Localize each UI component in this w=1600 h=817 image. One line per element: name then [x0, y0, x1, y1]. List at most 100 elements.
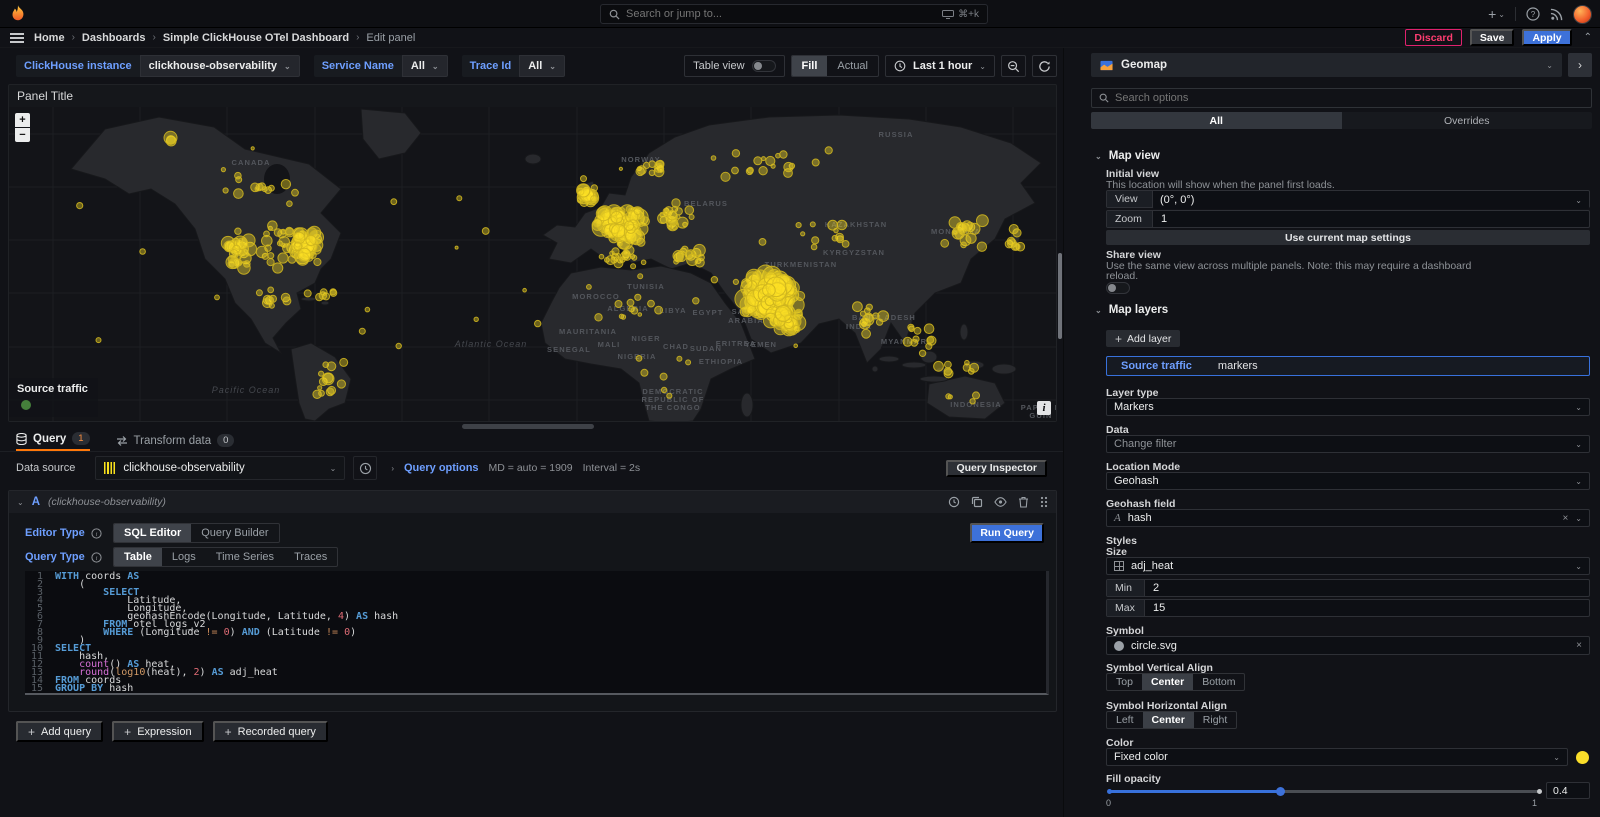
global-search[interactable]: ⌘+k [600, 4, 988, 24]
options-tab-all[interactable]: All [1091, 112, 1342, 129]
query-type-traces[interactable]: Traces [284, 548, 337, 566]
map-zoom-in-button[interactable]: + [15, 113, 30, 127]
query-type-timeseries[interactable]: Time Series [206, 548, 284, 566]
table-view-toggle[interactable]: Table view [684, 55, 784, 77]
sql-line[interactable]: 1WITH coords AS [25, 573, 1046, 581]
use-current-map-settings-button[interactable]: Use current map settings [1106, 230, 1590, 245]
menu-toggle-icon[interactable] [10, 33, 24, 43]
align-center-option[interactable]: Center [1143, 712, 1194, 728]
align-bottom-option[interactable]: Bottom [1193, 674, 1244, 690]
align-center-option[interactable]: Center [1142, 674, 1193, 690]
copy-icon[interactable] [971, 496, 983, 508]
variable-value-dropdown[interactable]: All⌄ [402, 55, 448, 77]
fill-option[interactable]: Fill [792, 56, 828, 76]
run-query-button[interactable]: Run Query [970, 523, 1044, 543]
new-item-button[interactable]: +⌄ [1488, 6, 1505, 22]
map-zoom-out-button[interactable]: − [15, 128, 30, 142]
size-field-select[interactable]: adj_heat ⌄ [1106, 557, 1590, 575]
clear-icon[interactable]: × [1562, 513, 1568, 524]
breadcrumb-dashboards[interactable]: Dashboards [82, 32, 146, 44]
align-right-option[interactable]: Right [1194, 712, 1237, 728]
drag-handle-icon[interactable] [1040, 496, 1048, 508]
options-search-input[interactable] [1115, 92, 1584, 104]
section-map-layers[interactable]: ⌄ Map layers [1095, 304, 1168, 316]
geomap-canvas[interactable]: CANADARUSSIAKAZAKHSTANMONGOLIANORWAYBELA… [9, 107, 1056, 421]
visualization-picker[interactable]: Geomap ⌄ [1091, 53, 1562, 77]
save-button[interactable]: Save [1470, 29, 1515, 46]
variable-value-dropdown[interactable]: All⌄ [519, 55, 565, 77]
sql-line[interactable]: 14FROM coords [25, 677, 1046, 685]
grafana-logo-icon[interactable] [8, 4, 28, 24]
align-top-option[interactable]: Top [1107, 674, 1142, 690]
refresh-button[interactable] [1032, 55, 1057, 77]
share-view-toggle[interactable] [1106, 282, 1130, 294]
geohash-field-select[interactable]: A hash × ⌄ [1106, 509, 1590, 527]
datasource-picker[interactable]: clickhouse-observability ⌄ [95, 456, 345, 480]
tab-transform-data[interactable]: Transform data 0 [116, 434, 235, 451]
color-swatch[interactable] [1576, 751, 1589, 764]
max-input[interactable] [1145, 600, 1589, 616]
section-map-view[interactable]: ⌄ Map view [1095, 150, 1160, 162]
toggle-off[interactable] [752, 60, 776, 72]
sql-line[interactable]: 13 round(log10(heat), 2) AS adj_heat [25, 669, 1046, 677]
breadcrumb-dashboard-name[interactable]: Simple ClickHouse OTel Dashboard [163, 32, 349, 44]
news-icon[interactable] [1550, 8, 1563, 21]
add-layer-button[interactable]: + Add layer [1106, 330, 1180, 347]
actual-option[interactable]: Actual [827, 56, 878, 76]
trash-icon[interactable] [1018, 496, 1029, 508]
sql-code-editor[interactable]: 1WITH coords AS2 (3 SELECT4 Latitude,5 L… [25, 571, 1049, 695]
add-expression-button[interactable]: +Expression [112, 721, 203, 742]
help-icon[interactable]: ? [1526, 7, 1540, 21]
query-builder-option[interactable]: Query Builder [191, 524, 278, 542]
query-inspector-button[interactable]: Query Inspector [946, 460, 1047, 477]
layer-type-select[interactable]: Markers ⌄ [1106, 398, 1590, 416]
sql-line[interactable]: 15GROUP BY hash [25, 685, 1046, 693]
color-select[interactable]: Fixed color ⌄ [1106, 748, 1568, 766]
clear-icon[interactable]: × [1576, 640, 1582, 651]
datasource-help-button[interactable] [353, 456, 377, 480]
collapse-options-button[interactable]: › [1568, 53, 1592, 77]
sql-editor-option[interactable]: SQL Editor [114, 524, 191, 542]
sql-line[interactable]: 9 ) [25, 637, 1046, 645]
sql-line[interactable]: 10SELECT [25, 645, 1046, 653]
recorded-query-button[interactable]: +Recorded query [213, 721, 328, 742]
min-input[interactable] [1145, 580, 1589, 596]
history-icon[interactable] [948, 496, 960, 508]
tab-query[interactable]: Query 1 [16, 432, 90, 451]
zoom-out-time-button[interactable] [1001, 55, 1026, 77]
fill-actual-switch: Fill Actual [791, 55, 879, 77]
user-avatar[interactable] [1573, 5, 1592, 24]
panel-resize-handle[interactable] [462, 424, 594, 429]
zoom-input[interactable] [1153, 211, 1589, 227]
sql-line[interactable]: 2 ( [25, 581, 1046, 589]
apply-button[interactable]: Apply [1522, 29, 1571, 46]
options-search[interactable] [1091, 88, 1592, 108]
time-range-picker[interactable]: Last 1 hour ⌄ [885, 55, 995, 77]
fill-opacity-slider[interactable] [1109, 786, 1540, 796]
query-row-header[interactable]: ⌄ A (clickhouse-observability) [9, 491, 1056, 513]
symbol-select[interactable]: circle.svg × [1106, 636, 1590, 655]
sql-line[interactable]: 8 WHERE (Longitude != 0) AND (Latitude !… [25, 629, 1046, 637]
slider-thumb[interactable] [1276, 787, 1285, 796]
sql-line[interactable]: 11 hash, [25, 653, 1046, 661]
breadcrumb-home[interactable]: Home [34, 32, 65, 44]
search-input[interactable] [626, 8, 936, 20]
vertical-scrollbar[interactable] [1058, 253, 1062, 339]
align-left-option[interactable]: Left [1107, 712, 1143, 728]
add-query-button[interactable]: +Add query [16, 721, 103, 742]
eye-icon[interactable] [994, 496, 1007, 508]
variable-value-dropdown[interactable]: clickhouse-observability⌄ [140, 55, 300, 77]
discard-button[interactable]: Discard [1405, 29, 1462, 46]
panel-title[interactable]: Panel Title [9, 85, 1056, 107]
view-select[interactable]: (0°, 0°) ⌄ [1153, 191, 1589, 209]
query-type-table[interactable]: Table [114, 548, 162, 566]
data-filter-select[interactable]: Change filter ⌄ [1106, 435, 1590, 453]
location-mode-select[interactable]: Geohash ⌄ [1106, 472, 1590, 490]
layer-row-source-traffic[interactable]: Source traffic markers [1106, 356, 1590, 376]
chevron-up-icon[interactable]: ⌃ [1584, 32, 1592, 43]
fill-opacity-input[interactable] [1547, 784, 1589, 799]
query-options-toggle[interactable]: › Query options MD = auto = 1909 Interva… [391, 462, 640, 474]
query-type-logs[interactable]: Logs [162, 548, 206, 566]
options-tab-overrides[interactable]: Overrides [1342, 112, 1593, 129]
map-attribution-button[interactable]: i [1037, 401, 1051, 415]
